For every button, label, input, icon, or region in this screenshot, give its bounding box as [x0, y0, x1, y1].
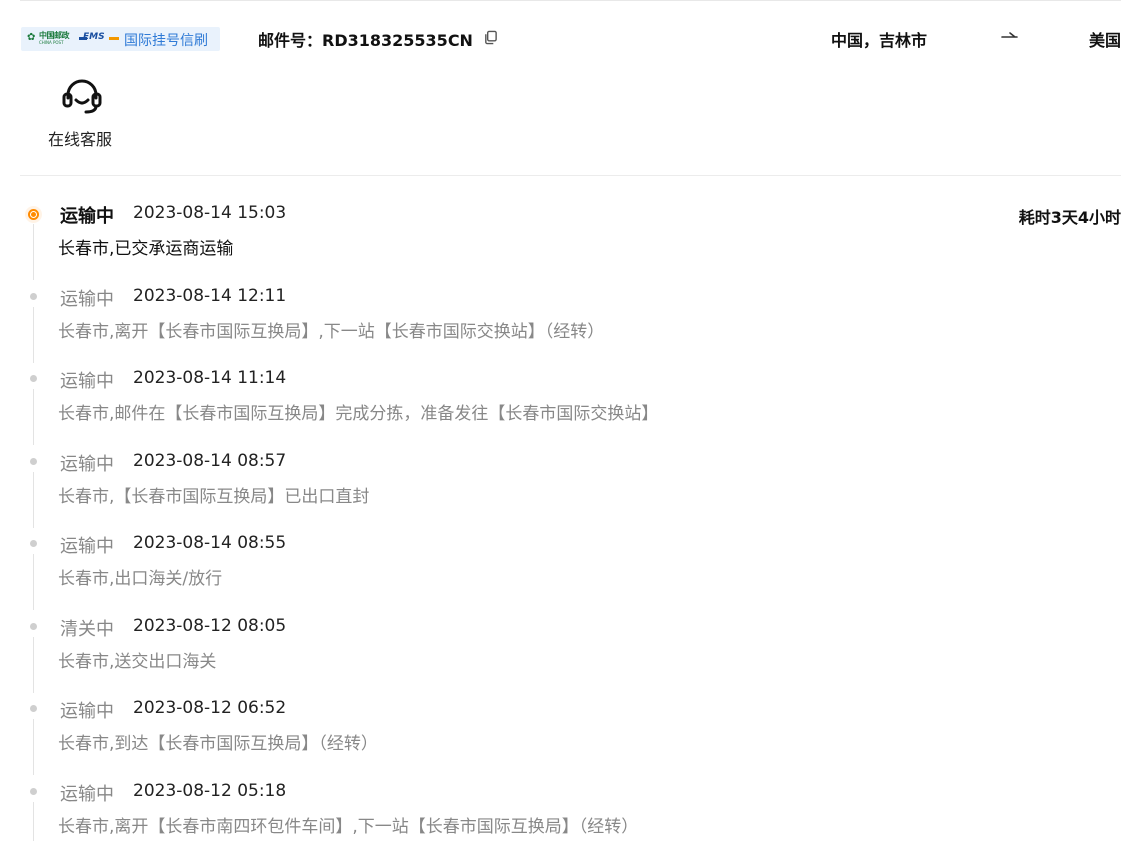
timeline-event: 运输中 2023-08-14 11:14 长春市,邮件在【长春市国际互换局】完成分拣…	[20, 365, 1121, 448]
event-status: 运输中	[60, 701, 114, 722]
status-dot-icon	[30, 292, 37, 300]
event-description: 长春市,出口海关/放行	[58, 569, 223, 589]
event-status: 运输中	[60, 206, 114, 227]
timeline-event: 清关中 2023-08-12 08:05 长春市,送交出口海关	[20, 613, 1121, 696]
route-arrow-icon	[1001, 32, 1018, 38]
status-dot-icon	[30, 375, 37, 382]
timeline-rail	[33, 224, 34, 280]
tracking-value: RD318325535CN	[322, 31, 473, 50]
event-time: 2023-08-14 11:14	[133, 368, 287, 388]
service-type-label: 国际挂号信刷	[124, 33, 208, 49]
event-description: 长春市,离开【长春市国际互换局】,下一站【长春市国际交换站】（经转）	[58, 321, 605, 342]
event-description: 长春市,到达【长春市国际互换局】（经转）	[58, 734, 378, 754]
event-description: 长春市,送交出口海关	[58, 651, 217, 672]
timeline-event: 运输中 2023-08-14 12:11 长春市,离开【长春市国际互换局】,下一站【…	[20, 283, 1121, 366]
copy-icon[interactable]	[483, 30, 498, 45]
top-divider	[20, 0, 1121, 1]
timeline-event: 运输中 2023-08-12 06:52 长春市,到达【长春市国际互换局】（经转）	[20, 695, 1121, 778]
status-dot-icon	[30, 457, 37, 465]
headset-icon	[62, 79, 102, 114]
timeline-event: 运输中 2023-08-14 08:57 长春市,【长春市国际互换局】已出口直封	[20, 448, 1121, 531]
event-status: 清关中	[60, 618, 114, 640]
timeline-rail	[33, 306, 34, 363]
timeline-event: 运输中 2023-08-12 05:18 长春市,离开【长春市南四环包件车间】,下一…	[20, 778, 1121, 841]
timeline-rail	[33, 471, 34, 528]
status-dot-icon	[30, 705, 37, 712]
event-time: 2023-08-12 08:05	[133, 615, 287, 636]
timeline-event: 运输中 2023-08-14 08:55 长春市,出口海关/放行	[20, 530, 1121, 613]
event-time: 2023-08-12 06:52	[133, 698, 287, 718]
event-status: 运输中	[60, 288, 114, 310]
china-post-logo: ✿ 中国邮政 CHINA POST	[27, 31, 70, 45]
tracking-number: 邮件号：RD318325535CN	[258, 27, 473, 51]
tracking-prefix: 邮件号：	[258, 31, 323, 50]
event-time: 2023-08-14 12:11	[133, 285, 287, 306]
event-description: 长春市,已交承运商运输	[58, 239, 234, 259]
status-dot-icon	[30, 622, 37, 630]
tracking-timeline: 耗时3天4小时 运输中 2023-08-14 15:03 长春市,已交承运商运输 运输…	[20, 200, 1121, 841]
shipment-header: ✿ 中国邮政 CHINA POST EMS 国际挂号信刷 邮件号：RD31832…	[21, 24, 1121, 54]
status-dot-icon	[30, 540, 37, 547]
status-dot-icon	[30, 787, 37, 795]
event-time: 2023-08-14 15:03	[133, 203, 287, 223]
online-service-button[interactable]: 在线客服	[44, 76, 124, 150]
event-time: 2023-08-12 05:18	[133, 780, 287, 801]
event-status: 运输中	[60, 536, 114, 557]
current-status-dot-icon	[25, 206, 42, 223]
timeline-event: 运输中 2023-08-14 15:03 长春市,已交承运商运输	[20, 200, 1121, 283]
timeline-rail	[33, 719, 34, 775]
event-description: 长春市,邮件在【长春市国际互换局】完成分拣，准备发往【长春市国际交换站】	[58, 404, 659, 424]
timeline-rail	[33, 389, 34, 445]
timeline-rail	[33, 554, 34, 610]
origin-location: 中国，吉林市	[831, 31, 928, 50]
timeline-rail	[33, 636, 34, 693]
event-status: 运输中	[60, 371, 114, 392]
event-status: 运输中	[60, 453, 114, 475]
timeline-rail	[33, 801, 34, 841]
section-divider	[20, 175, 1121, 176]
online-service-label: 在线客服	[48, 130, 113, 149]
event-description: 长春市,【长春市国际互换局】已出口直封	[58, 486, 370, 507]
ems-logo: EMS	[79, 32, 119, 46]
event-time: 2023-08-14 08:55	[133, 533, 287, 553]
destination-location: 美国	[1088, 31, 1121, 50]
event-description: 长春市,离开【长春市南四环包件车间】,下一站【长春市国际互换局】（经转）	[58, 816, 639, 837]
event-time: 2023-08-14 08:57	[133, 450, 287, 471]
event-status: 运输中	[60, 783, 114, 805]
service-type-badge: ✿ 中国邮政 CHINA POST EMS 国际挂号信刷	[21, 27, 220, 51]
